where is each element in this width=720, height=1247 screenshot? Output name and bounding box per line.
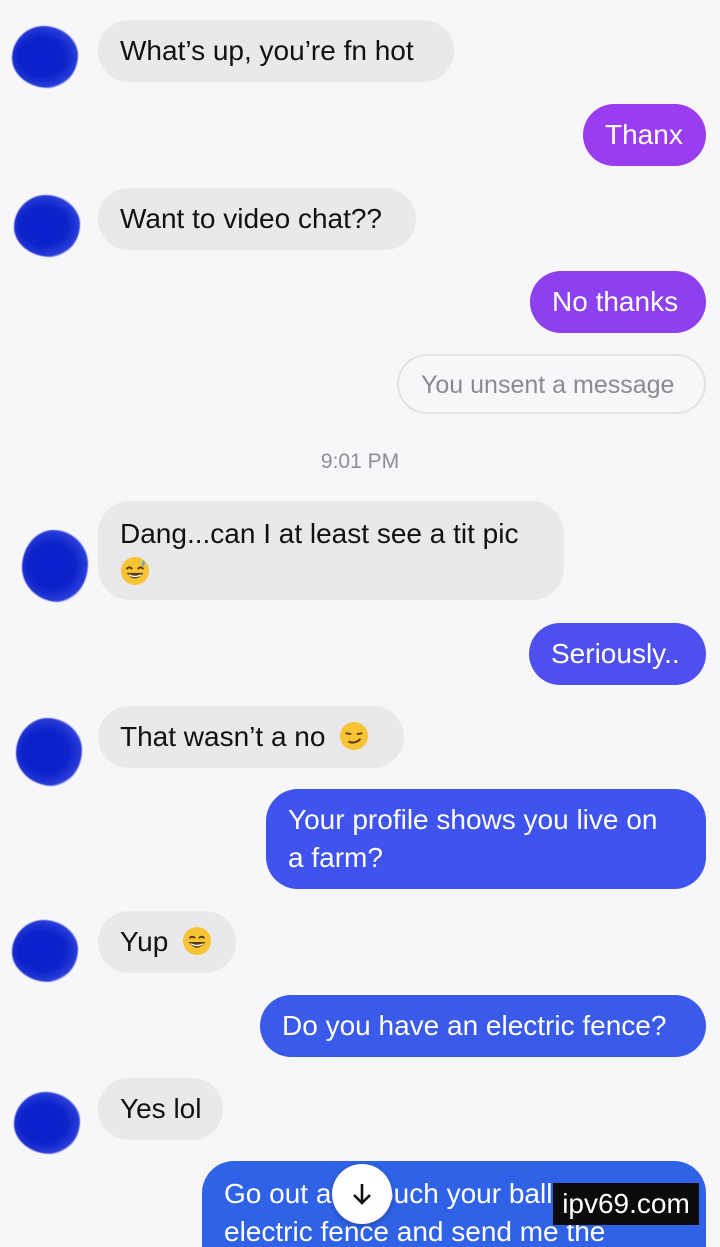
incoming-message[interactable]: Dang...can I at least see a tit pic [98, 501, 564, 600]
grinning-sweat-emoji [120, 556, 150, 586]
incoming-message[interactable]: Yup [98, 911, 236, 973]
incoming-message[interactable]: What’s up, you’re fn hot [98, 20, 454, 82]
message-text: Seriously.. [551, 638, 680, 669]
contact-avatar[interactable] [12, 920, 78, 982]
incoming-message[interactable]: That wasn’t a no [98, 706, 404, 768]
message-text: What’s up, you’re fn hot [120, 35, 414, 66]
outgoing-message[interactable]: Your profile shows you live on a farm? [266, 789, 706, 889]
contact-avatar[interactable] [22, 530, 88, 602]
message-text: Yes lol [120, 1093, 202, 1124]
message-timestamp: 9:01 PM [320, 450, 400, 473]
message-text: That wasn’t a no [120, 721, 326, 752]
unsent-text: You unsent a message [421, 371, 675, 399]
message-text: No thanks [552, 286, 679, 317]
outgoing-message[interactable]: Seriously.. [529, 623, 706, 685]
contact-avatar[interactable] [16, 718, 82, 786]
message-text: Thanx [605, 119, 683, 150]
arrow-down-icon [353, 1184, 371, 1205]
outgoing-message[interactable]: No thanks [530, 271, 706, 333]
contact-avatar[interactable] [14, 1092, 80, 1154]
incoming-message[interactable]: Want to video chat?? [98, 188, 416, 250]
message-text: Your profile shows you live on [288, 804, 658, 835]
outgoing-message[interactable]: Do you have an electric fence? [260, 995, 706, 1057]
unsent-message-notice: You unsent a message [397, 354, 706, 414]
message-text: electric fence and send me the [224, 1216, 606, 1247]
grinning-face-emoji [183, 926, 212, 956]
message-text: a farm? [288, 842, 383, 873]
incoming-message[interactable]: Yes lol [98, 1078, 223, 1140]
contact-avatar[interactable] [14, 195, 80, 257]
scroll-to-bottom-button[interactable] [332, 1164, 392, 1224]
watermark: ipv69.com [553, 1183, 699, 1225]
smirking-face-emoji [340, 721, 369, 751]
message-text: Want to video chat?? [120, 203, 383, 234]
message-text: Dang...can I at least see a tit pic [120, 518, 519, 549]
message-text: Yup [120, 926, 169, 957]
chat-screen: What’s up, you’re fn hot Thanx Want to v… [0, 0, 720, 1247]
contact-avatar[interactable] [12, 26, 78, 88]
message-text: Do you have an electric fence? [282, 1010, 667, 1041]
outgoing-message[interactable]: Thanx [583, 104, 706, 166]
